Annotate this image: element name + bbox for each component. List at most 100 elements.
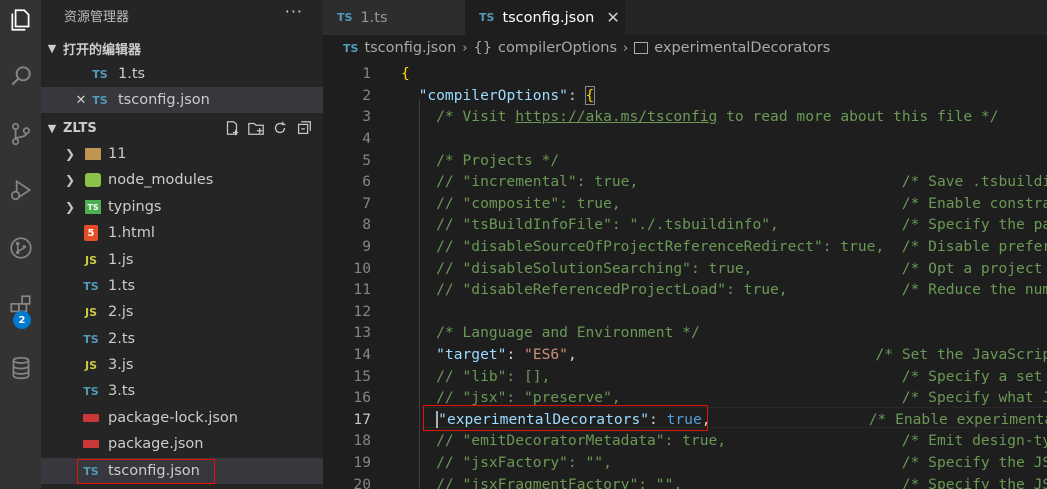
tab-tsconfig-json[interactable]: TS tsconfig.json ✕ xyxy=(465,0,625,35)
tsconfig-file-icon: TS xyxy=(343,41,359,55)
code-line[interactable]: 18 // "emitDecoratorMetadata": true, /* … xyxy=(323,430,1047,452)
breadcrumb-property[interactable]: experimentalDecorators xyxy=(654,40,830,56)
typescript-file-icon: TS xyxy=(83,332,99,346)
line-number: 4 xyxy=(362,130,371,148)
code-line[interactable]: 19 // "jsxFactory": "", /* Specify the J… xyxy=(323,452,1047,474)
code-line[interactable]: 10 // "disableSolutionSearching": true, … xyxy=(323,257,1047,279)
code-text: // "disableSolutionSearching": true, /* … xyxy=(401,260,1047,277)
code-line[interactable]: 20 // "jsxFragmentFactory": "", /* Speci… xyxy=(323,473,1047,489)
new-file-icon[interactable] xyxy=(223,119,241,137)
property-icon xyxy=(634,42,649,54)
run-debug-icon[interactable] xyxy=(0,170,41,210)
code-token: // "lib": [], /* Specify a set of bundle xyxy=(436,367,1043,385)
code-token: "target" xyxy=(436,346,507,364)
code-line[interactable]: 13 /* Language and Environment */ xyxy=(323,322,1047,344)
breadcrumb-object[interactable]: compilerOptions xyxy=(498,40,617,56)
node-folder-icon xyxy=(85,173,101,187)
code-token: /* Enable experimental sup xyxy=(868,410,1047,428)
tree-item-label: node_modules xyxy=(108,172,214,188)
breadcrumb-file[interactable]: tsconfig.json xyxy=(364,40,456,56)
close-icon[interactable]: ✕ xyxy=(72,92,90,108)
code-line[interactable]: 8 // "tsBuildInfoFile": "./.tsbuildinfo"… xyxy=(323,214,1047,236)
tree-item-file[interactable]: JS 2.js xyxy=(41,299,323,325)
folder-section[interactable]: ▼ ZLTS xyxy=(41,117,323,139)
search-icon[interactable] xyxy=(0,56,41,96)
code-token: // "jsxFactory": "", /* Specify the JSX … xyxy=(436,454,1047,472)
open-editor-label: tsconfig.json xyxy=(118,92,210,108)
tree-item-label: 1.js xyxy=(108,252,134,268)
line-number: 20 xyxy=(353,475,371,489)
open-editor-item[interactable]: ✕ TS tsconfig.json xyxy=(41,87,323,113)
tree-item-file[interactable]: JS 1.js xyxy=(41,247,323,273)
code-token: "compilerOptions" xyxy=(418,86,568,104)
code-line[interactable]: 9 // "disableSourceOfProjectReferenceRed… xyxy=(323,236,1047,258)
code-token: "ES6" xyxy=(524,346,568,364)
open-editor-label: 1.ts xyxy=(118,66,146,82)
tree-item-file[interactable]: TS 3.ts xyxy=(41,378,323,404)
matching-bracket: { xyxy=(584,85,596,105)
chevron-down-icon: ▼ xyxy=(47,41,57,55)
url-link[interactable]: https://aka.ms/tsconfig xyxy=(515,108,717,125)
code-token: // "jsxFragmentFactory": "", /* Specify … xyxy=(436,475,1047,489)
code-token: { xyxy=(401,65,410,83)
line-number: 8 xyxy=(362,216,371,234)
code-line[interactable]: 12 xyxy=(323,301,1047,323)
breadcrumb-separator: › xyxy=(462,40,468,56)
refresh-icon[interactable] xyxy=(271,119,289,137)
object-icon: {} xyxy=(473,40,492,56)
line-number: 1 xyxy=(362,65,371,83)
code-line[interactable]: 3 /* Visit https://aka.ms/tsconfig to re… xyxy=(323,106,1047,128)
code-token: /* Visit xyxy=(401,108,516,126)
tree-item-file[interactable]: TS 1.ts xyxy=(41,273,323,299)
line-number: 14 xyxy=(353,346,371,364)
collapse-all-icon[interactable] xyxy=(295,119,313,137)
tree-item-file[interactable]: package-lock.json xyxy=(41,405,323,431)
line-number: 12 xyxy=(353,302,371,320)
npm-file-icon xyxy=(83,414,99,422)
code-line[interactable]: 11 // "disableReferencedProjectLoad": tr… xyxy=(323,279,1047,301)
editor-tab-bar: TS 1.ts TS tsconfig.json ✕ xyxy=(323,0,1047,35)
remote-icon[interactable] xyxy=(0,228,41,268)
tab-label: tsconfig.json xyxy=(502,9,595,26)
activity-bar: 2 xyxy=(0,0,41,489)
tree-item-label: 1.ts xyxy=(108,278,136,294)
tree-item-file[interactable]: package.json xyxy=(41,431,323,457)
code-line[interactable]: 14 "target": "ES6", /* Set the JavaScrip… xyxy=(323,344,1047,366)
code-text: // "lib": [], /* Specify a set of bundle xyxy=(401,368,1047,385)
code-editor[interactable]: 1{2 "compilerOptions": {3 /* Visit https… xyxy=(323,61,1047,489)
close-icon[interactable]: ✕ xyxy=(606,8,619,27)
code-line[interactable]: 5 /* Projects */ xyxy=(323,149,1047,171)
code-line[interactable]: 2 "compilerOptions": { xyxy=(323,85,1047,107)
tsconfig-file-icon: TS xyxy=(479,11,495,24)
tree-item-folder[interactable]: ❯ TS typings xyxy=(41,194,323,220)
code-token: // "disableSourceOfProjectReferenceRedir… xyxy=(436,238,1047,256)
code-line[interactable]: 15 // "lib": [], /* Specify a set of bun… xyxy=(323,365,1047,387)
tab-1-ts[interactable]: TS 1.ts xyxy=(323,0,465,35)
tree-item-folder[interactable]: ❯ node_modules xyxy=(41,167,323,193)
code-line[interactable]: 4 xyxy=(323,128,1047,150)
source-control-icon[interactable] xyxy=(0,114,41,154)
files-icon[interactable] xyxy=(0,0,41,40)
open-editor-item[interactable]: TS 1.ts xyxy=(41,61,323,87)
code-token: to read more about this file */ xyxy=(717,108,999,126)
chevron-down-icon: ▼ xyxy=(47,121,57,135)
chevron-right-icon: ❯ xyxy=(65,200,76,214)
open-editors-section[interactable]: ▼ 打开的编辑器 xyxy=(41,37,323,59)
tree-item-file[interactable]: JS 3.js xyxy=(41,352,323,378)
line-number: 3 xyxy=(362,108,371,126)
more-actions-button[interactable]: ··· xyxy=(285,2,303,21)
database-icon[interactable] xyxy=(0,348,41,388)
line-number: 11 xyxy=(353,281,371,299)
code-line[interactable]: 1{ xyxy=(323,63,1047,85)
code-token: /* Set the JavaScript lang xyxy=(875,346,1047,364)
line-number: 10 xyxy=(353,259,371,277)
tree-item-label: 1.html xyxy=(108,225,155,241)
tree-item-folder[interactable]: ❯ 11 xyxy=(41,141,323,167)
new-folder-icon[interactable] xyxy=(247,119,265,137)
tree-item-file[interactable]: TS 2.ts xyxy=(41,326,323,352)
tree-item-file[interactable]: 5 1.html xyxy=(41,220,323,246)
code-line[interactable]: 7 // "composite": true, /* Enable constr… xyxy=(323,193,1047,215)
code-line[interactable]: 6 // "incremental": true, /* Save .tsbui… xyxy=(323,171,1047,193)
code-token: // "jsx": "preserve", /* Specify what JS… xyxy=(436,389,1047,407)
